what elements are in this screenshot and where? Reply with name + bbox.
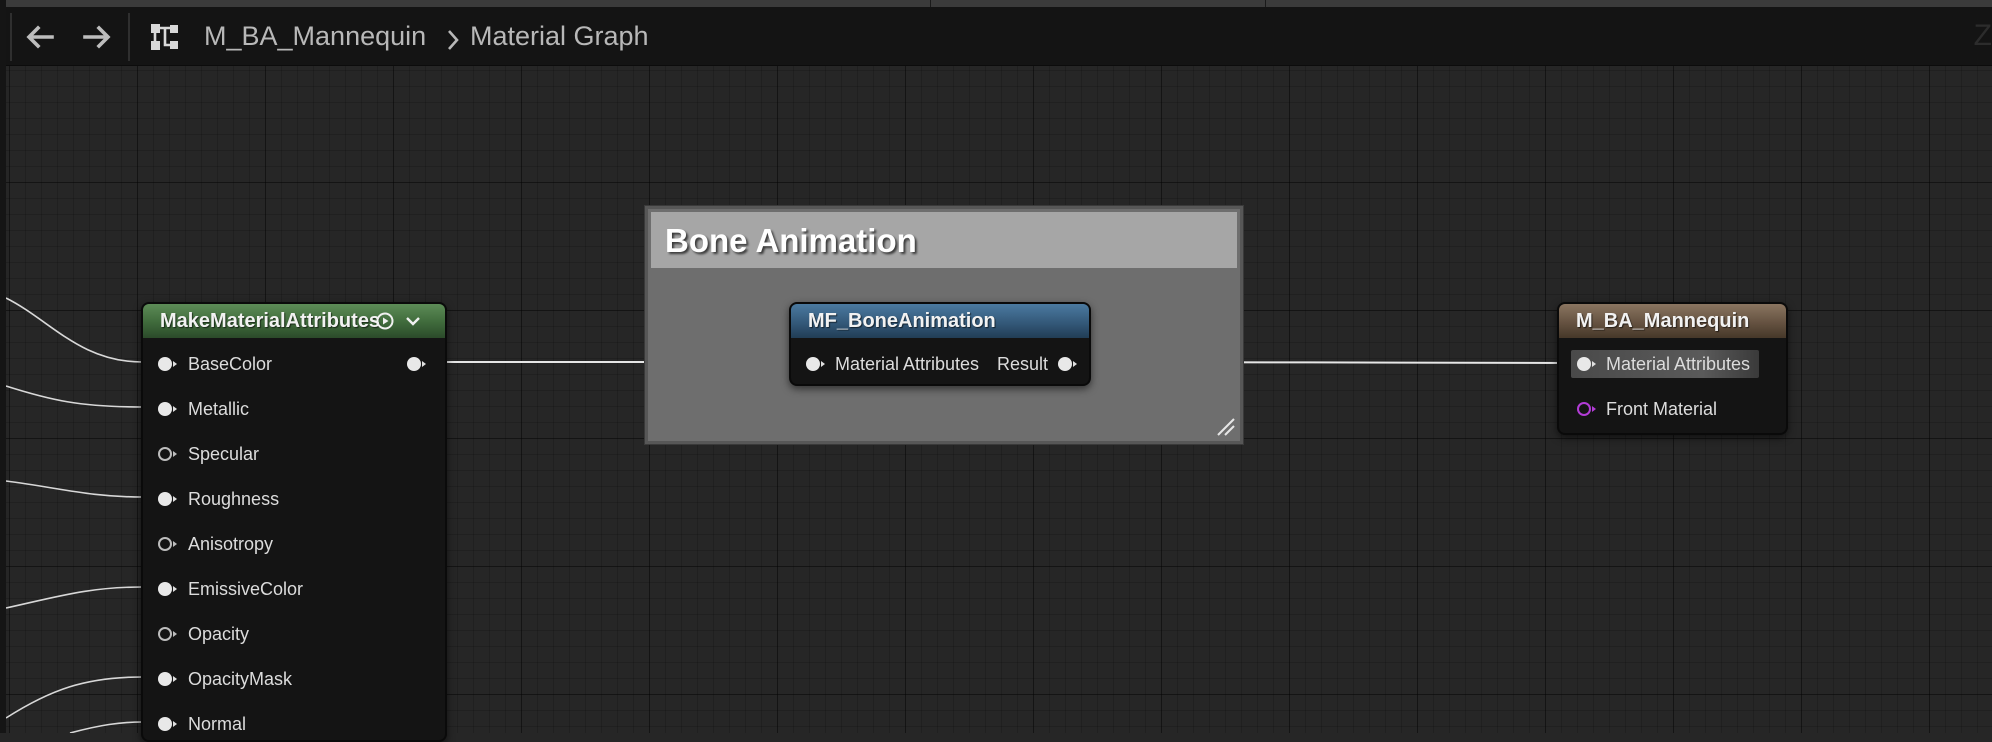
pin-label: Metallic	[188, 399, 250, 419]
wire-opacitymask-in	[5, 676, 143, 719]
wire-emissive-in	[5, 586, 143, 609]
chevron-right-icon	[448, 30, 459, 50]
wire-normal-in	[69, 721, 143, 733]
input-pin-row-anisotropy[interactable]: Anisotropy	[158, 530, 273, 558]
input-pin[interactable]	[158, 627, 178, 641]
input-pin-row-front-material[interactable]: Front Material	[1577, 395, 1717, 423]
input-pin[interactable]	[158, 717, 178, 731]
pin-label: Material Attributes	[835, 354, 980, 374]
back-button[interactable]	[20, 17, 60, 57]
graph-nodes-icon	[151, 24, 178, 50]
pin-label: Material Attributes	[1606, 354, 1751, 374]
node-header[interactable]: MakeMaterialAttributes	[143, 304, 445, 338]
input-pin[interactable]	[158, 402, 178, 416]
output-pin[interactable]	[1058, 357, 1078, 371]
comment-header[interactable]: Bone Animation	[651, 212, 1237, 268]
node-header[interactable]: M_BA_Mannequin	[1559, 304, 1786, 338]
node-make-material-attributes[interactable]: MakeMaterialAttributes BaseColor Metallic…	[141, 302, 447, 742]
input-pin[interactable]	[158, 447, 178, 461]
pin-label: EmissiveColor	[188, 579, 304, 599]
comment-title: Bone Animation	[665, 222, 917, 259]
output-pin-row-result[interactable]: Result	[997, 350, 1078, 378]
input-pin-row-opacity[interactable]: Opacity	[158, 620, 249, 648]
input-pin[interactable]	[158, 537, 178, 551]
input-pin-row-roughness[interactable]: Roughness	[158, 485, 279, 513]
breadcrumb-asset[interactable]: M_BA_Mannequin	[204, 19, 426, 53]
pin-label: Anisotropy	[188, 534, 274, 554]
node-m-ba-mannequin[interactable]: M_BA_Mannequin Material Attributes Front…	[1557, 302, 1788, 435]
input-pin[interactable]	[1577, 402, 1597, 416]
input-pin[interactable]	[1577, 357, 1597, 371]
pin-label: Roughness	[188, 489, 280, 509]
input-pin[interactable]	[806, 357, 826, 371]
output-pin[interactable]	[407, 357, 427, 371]
input-pin-row-specular[interactable]: Specular	[158, 440, 259, 468]
arrow-right-icon	[83, 25, 111, 49]
input-pin-row-material-attributes[interactable]: Material Attributes	[1571, 350, 1759, 378]
output-pin-row[interactable]	[407, 350, 427, 378]
toolbar-separator	[10, 13, 12, 61]
input-pin-row-material-attributes[interactable]: Material Attributes	[806, 350, 979, 378]
pin-label: BaseColor	[188, 354, 273, 374]
wire-basecolor-in	[5, 297, 143, 363]
pin-label: Result	[997, 354, 1049, 374]
input-pin-row-normal[interactable]: Normal	[158, 710, 246, 738]
zoom-label: Z	[1973, 19, 1992, 52]
input-pin-row-basecolor[interactable]: BaseColor	[158, 350, 272, 378]
node-title: M_BA_Mannequin	[1576, 310, 1750, 332]
pin-label: Normal	[188, 714, 247, 734]
wire-metallic-in	[5, 385, 143, 408]
node-mf-bone-animation[interactable]: MF_BoneAnimation Material Attributes Res…	[789, 302, 1091, 386]
node-title: MF_BoneAnimation	[808, 310, 996, 332]
input-pin[interactable]	[158, 582, 178, 596]
input-pin-row-emissivecolor[interactable]: EmissiveColor	[158, 575, 303, 603]
input-pin-row-metallic[interactable]: Metallic	[158, 395, 249, 423]
arrow-left-icon	[26, 25, 54, 49]
pin-label: Opacity	[188, 624, 250, 644]
wire-roughness-in	[5, 480, 143, 498]
input-pin[interactable]	[158, 672, 178, 686]
node-header[interactable]: MF_BoneAnimation	[791, 304, 1089, 338]
panel-left-edge	[0, 0, 6, 733]
input-pin-row-opacitymask[interactable]: OpacityMask	[158, 665, 292, 693]
pin-label: Specular	[188, 444, 260, 464]
window-top-strip	[0, 0, 1992, 7]
input-pin[interactable]	[158, 357, 178, 371]
toolbar-separator	[128, 13, 130, 61]
node-title: MakeMaterialAttributes	[160, 310, 381, 332]
pin-label: OpacityMask	[188, 669, 293, 689]
graph-toolbar: M_BA_Mannequin Material Graph Z	[6, 7, 1992, 66]
input-pin[interactable]	[158, 492, 178, 506]
chevron-down-icon[interactable]	[405, 314, 421, 328]
resize-grip-icon[interactable]	[1214, 415, 1236, 437]
pin-label: Front Material	[1606, 399, 1718, 419]
breadcrumb-graph[interactable]: Material Graph	[470, 19, 649, 53]
preview-toggle-icon[interactable]	[376, 312, 394, 330]
graph-icon-button[interactable]	[145, 17, 185, 57]
forward-button[interactable]	[77, 17, 117, 57]
